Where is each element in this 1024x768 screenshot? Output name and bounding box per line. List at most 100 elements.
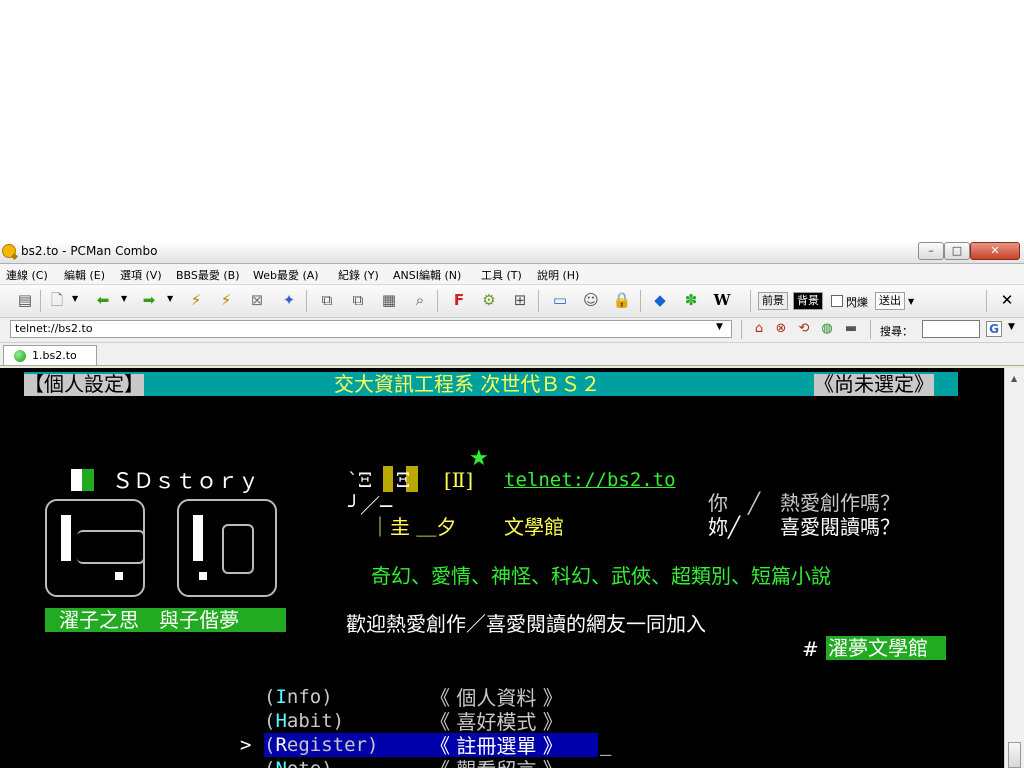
wikipedia-icon[interactable]: W <box>711 290 733 310</box>
menu-bbs-favorites[interactable]: BBS最愛 (B) <box>176 267 240 283</box>
deco-line1: `Ξ <box>348 468 373 492</box>
menu-cursor: > <box>240 734 252 756</box>
blink-checkbox[interactable] <box>831 295 843 307</box>
tab-bs2[interactable]: 1.bs2.to <box>3 345 97 365</box>
screen-icon[interactable]: ▬ <box>840 319 862 339</box>
logo-white-bar <box>71 469 82 491</box>
site-list-icon[interactable]: ▤ <box>14 290 36 310</box>
star-icon: ★ <box>469 446 489 471</box>
menu-item-desc: 《 個人資料 》 <box>430 686 563 710</box>
monitor-icon[interactable]: ▭ <box>549 290 571 310</box>
question-1b: 熱愛創作嗎？ <box>780 491 900 515</box>
chevron-down-icon[interactable]: ▼ <box>1008 322 1015 332</box>
copy-icon[interactable]: ⧉ <box>316 290 338 310</box>
menu-web-favorites[interactable]: Web最愛 (A) <box>253 267 319 283</box>
chevron-down-icon[interactable]: ▼ <box>72 294 78 303</box>
chevron-down-icon[interactable]: ▼ <box>121 294 127 303</box>
copy-ansi-icon[interactable]: ▦ <box>378 290 400 310</box>
menu-key: R <box>275 734 287 756</box>
address-bar: telnet://bs2.to ▼ ⌂ ⊗ ⟲ ◍ ▬ 搜尋： G ▼ <box>0 318 1024 343</box>
question-2a: 妳╱ <box>708 515 741 539</box>
vertical-scrollbar[interactable]: ▲ <box>1004 368 1024 768</box>
chevron-down-icon[interactable]: ▼ <box>716 322 723 332</box>
foreground-color-button[interactable]: 前景 <box>758 292 788 310</box>
chevron-down-icon[interactable]: ▼ <box>908 297 914 306</box>
text-cursor: _ <box>600 734 612 756</box>
lock-icon[interactable]: 🔒 <box>611 290 633 310</box>
menu-item-desc: 《 喜好模式 》 <box>430 710 563 734</box>
menu-tools[interactable]: 工具 (T) <box>481 267 522 283</box>
hash-mark: # <box>802 637 819 661</box>
scroll-up-icon[interactable]: ▲ <box>1011 374 1017 383</box>
forward-icon[interactable]: ➡ <box>138 290 160 310</box>
settings-icon[interactable]: ⚙ <box>478 290 500 310</box>
deco-yellow-block <box>383 466 393 492</box>
pcman-window: bs2.to - PCMan Combo – □ ✕ 連線 (C) 編輯 (E)… <box>0 241 1024 768</box>
menu-history[interactable]: 紀錄 (Y) <box>338 267 379 283</box>
menu-item-desc: 《 註冊選單 》 <box>430 734 563 758</box>
chevron-down-icon[interactable]: ▼ <box>167 294 173 303</box>
logo-caption: 濯子之思 與子偕夢 <box>59 608 239 632</box>
maximize-button[interactable]: □ <box>944 242 970 260</box>
minimize-button[interactable]: – <box>918 242 944 260</box>
header-right: 《尚未選定》 <box>814 372 934 396</box>
google-icon[interactable]: G <box>986 321 1002 337</box>
menu-item-desc: 《 觀看留言 》 <box>430 760 563 768</box>
menu-help[interactable]: 說明 (H) <box>537 267 579 283</box>
font-icon[interactable]: F <box>448 290 470 310</box>
blink-label: 閃爍 <box>846 296 868 309</box>
menu-key: I <box>275 686 287 708</box>
scroll-thumb[interactable] <box>1008 742 1021 768</box>
logo-green-bar <box>82 469 94 491</box>
hall-name: 濯夢文學館 <box>828 636 928 660</box>
stop-icon[interactable]: ⊗ <box>770 319 792 339</box>
lit-hall-label: 文學館 <box>504 515 564 539</box>
header-center: 交大資訊工程系 次世代ＢＳ２ <box>334 372 601 396</box>
deco-line3: ｜圭 ＿夕 <box>370 515 457 539</box>
disconnect-icon[interactable]: ⚡ <box>185 290 207 310</box>
main-toolbar: ▤ 🗋 ▼ ⬅ ▼ ➡ ▼ ⚡ ⚡ ⊠ ✦ ⧉ ⧉ ▦ ⌕ F ⚙ ⊞ ▭ ☺ … <box>0 285 1024 318</box>
close-button[interactable]: ✕ <box>970 242 1020 260</box>
menu-bar: 連線 (C) 編輯 (E) 選項 (V) BBS最愛 (B) Web最愛 (A)… <box>0 264 1024 285</box>
menu-item-text: nfo <box>286 686 322 708</box>
emoticon-icon[interactable]: ☺ <box>580 290 602 310</box>
close-tab-icon[interactable]: ⊠ <box>246 290 268 310</box>
window-title: bs2.to - PCMan Combo <box>21 244 158 258</box>
reconnect-icon[interactable]: ⚡ <box>215 290 237 310</box>
header-left: 【個人設定】 <box>24 372 144 396</box>
tab-bar: 1.bs2.to <box>0 343 1024 366</box>
refresh-icon[interactable]: ⟲ <box>793 319 815 339</box>
deco-bracket: [Ⅱ] <box>444 468 474 492</box>
welcome-text: 歡迎熱愛創作／喜愛閱讀的網友一同加入 <box>346 612 706 636</box>
background-color-button[interactable]: 背景 <box>793 292 823 310</box>
pcman-app-icon <box>2 244 16 258</box>
globe-icon[interactable]: ◍ <box>816 319 838 339</box>
menu-connect[interactable]: 連線 (C) <box>6 267 48 283</box>
menu-ansi-edit[interactable]: ANSI編輯 (N) <box>393 267 461 283</box>
title-bar: bs2.to - PCMan Combo – □ ✕ <box>0 241 1024 264</box>
terminal-screen[interactable]: 【個人設定】 交大資訊工程系 次世代ＢＳ２ 《尚未選定》 ＳＤｓｔｏｒｙ 濯子之… <box>0 368 1004 768</box>
logo-text: ＳＤｓｔｏｒｙ <box>112 469 259 493</box>
menu-item-text: egister <box>286 734 367 756</box>
add-favorite-icon[interactable]: ✦ <box>278 290 300 310</box>
genre-list: 奇幻、愛情、神怪、科幻、武俠、超類別、短篇小說 <box>371 564 831 588</box>
menu-key: N <box>275 758 286 768</box>
question-2b: 喜愛閱讀嗎？ <box>780 515 900 539</box>
search-input[interactable] <box>922 320 980 338</box>
home-icon[interactable]: ⌂ <box>748 319 770 339</box>
new-connection-icon[interactable]: 🗋 <box>46 290 68 310</box>
find-icon[interactable]: ⌕ <box>409 290 431 310</box>
question-1a: 你 ╱ <box>708 491 761 515</box>
telnet-url-link[interactable]: telnet://bs2.to <box>504 471 676 490</box>
paste-icon[interactable]: ⧉ <box>347 290 369 310</box>
close-icon[interactable]: ✕ <box>996 290 1018 310</box>
menu-edit[interactable]: 編輯 (E) <box>64 267 105 283</box>
plurk-icon[interactable]: ✽ <box>680 290 702 310</box>
fullscreen-icon[interactable]: ⊞ <box>509 290 531 310</box>
send-button[interactable]: 送出 <box>875 292 905 310</box>
menu-options[interactable]: 選項 (V) <box>120 267 162 283</box>
back-icon[interactable]: ⬅ <box>92 290 114 310</box>
address-input[interactable]: telnet://bs2.to <box>10 320 732 338</box>
bbs-icon[interactable]: ◆ <box>649 290 671 310</box>
menu-item-text: abit <box>286 710 333 732</box>
